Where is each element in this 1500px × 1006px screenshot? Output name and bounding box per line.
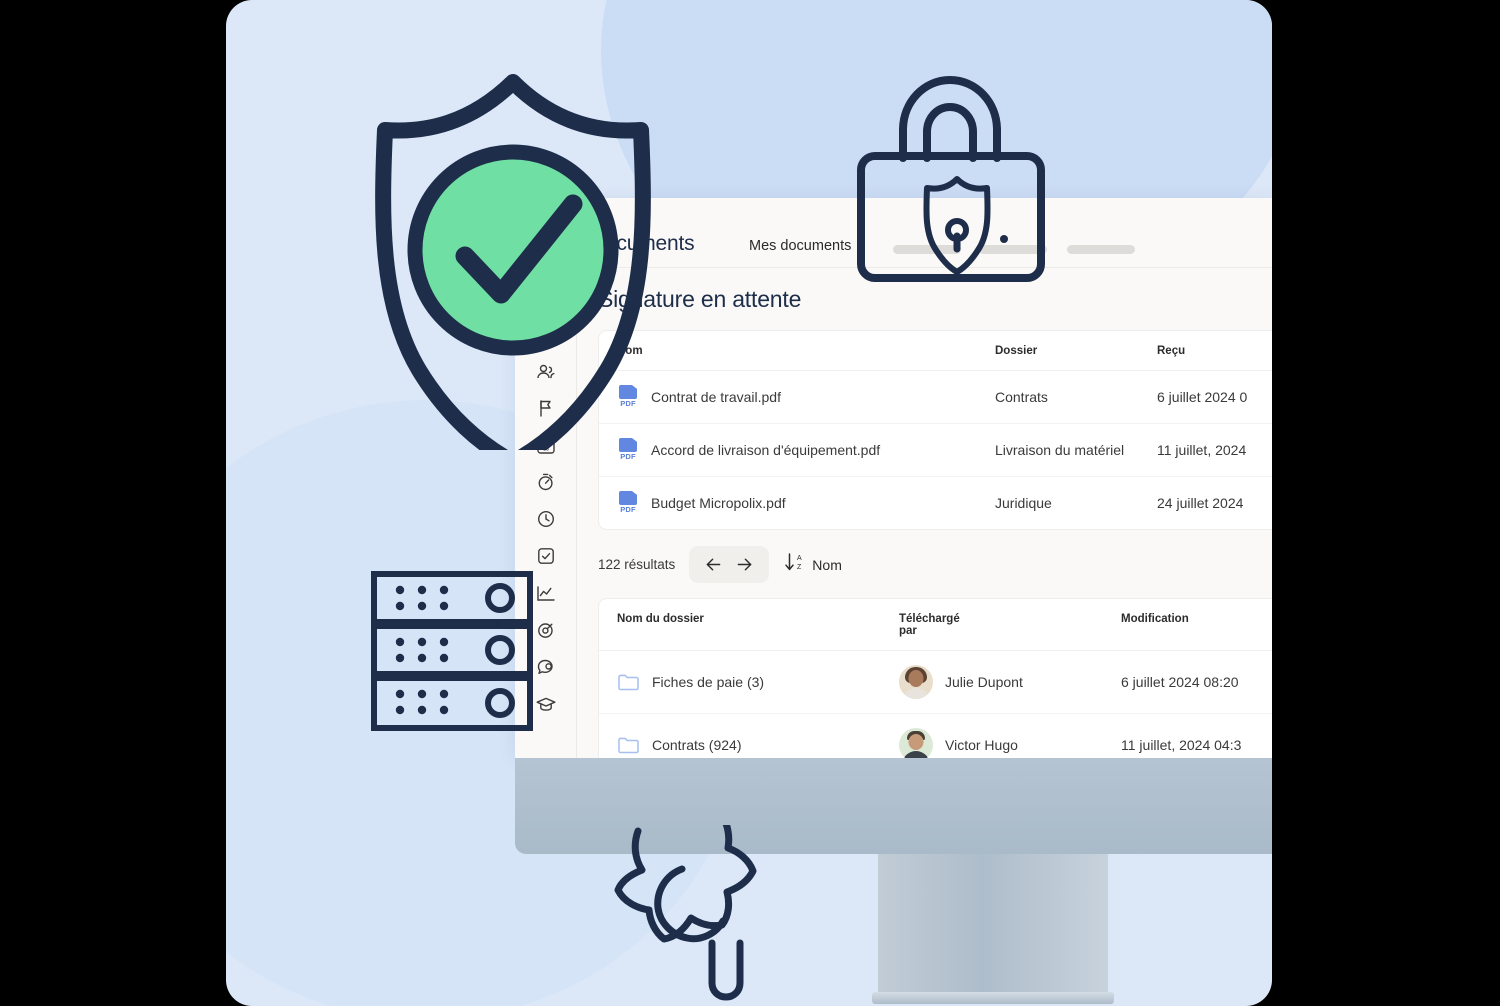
screenshot-stage: Documents Mes documents A [0, 0, 1500, 1006]
monitor-stand-foot [872, 992, 1114, 1004]
table-header-row: Nom du dossier Téléchargé par Modificati… [599, 599, 1285, 651]
folder-icon [617, 735, 640, 755]
table-row[interactable]: PDF Accord de livraison d'équipement.pdf… [599, 423, 1285, 477]
sidebar-item-clock[interactable] [534, 507, 558, 531]
main-content: Signature en attente Nom Dossier Reçu PD… [577, 268, 1285, 758]
avatar [899, 665, 933, 699]
user-name: Victor Hugo [945, 737, 1018, 753]
results-toolbar: 122 résultats A Z Nom [598, 546, 1285, 583]
server-rack-doodle [368, 568, 540, 741]
svg-text:A: A [797, 555, 802, 562]
file-name: Budget Micropolix.pdf [651, 495, 786, 511]
shield-check-doodle [360, 60, 670, 470]
gear-doodle [610, 811, 850, 1006]
folder-modified: 6 juillet 2024 08:20 [1121, 650, 1285, 714]
sort-label: Nom [812, 556, 842, 573]
table-row[interactable]: PDF Budget Micropolix.pdf Juridique 24 j… [599, 477, 1285, 530]
folders-table-card: Nom du dossier Téléchargé par Modificati… [598, 598, 1285, 758]
signature-table-card: Nom Dossier Reçu PDF Contrat de travail.… [598, 330, 1285, 530]
arrow-right-icon[interactable] [734, 554, 755, 575]
file-received: 6 juillet 2024 0 [1157, 370, 1285, 424]
folders-table: Nom du dossier Téléchargé par Modificati… [599, 599, 1285, 758]
table-row[interactable]: Contrats (924) Victor Hugo 11 juillet, 2… [599, 714, 1285, 758]
column-header-modification[interactable]: Modification [1121, 599, 1285, 651]
left-matte [0, 0, 226, 1006]
sort-button[interactable]: A Z Nom [783, 551, 842, 578]
padlock-shield-doodle [855, 68, 1067, 293]
results-count: 122 résultats [598, 557, 676, 572]
sort-az-icon: A Z [783, 551, 807, 578]
folder-modified: 11 juillet, 2024 04:3 [1121, 737, 1242, 753]
column-header-received[interactable]: Reçu [1157, 331, 1285, 371]
nav-placeholder-3[interactable] [1067, 245, 1135, 254]
signature-table: Nom Dossier Reçu PDF Contrat de travail.… [599, 331, 1285, 529]
sidebar-item-tasks[interactable] [534, 544, 558, 568]
pdf-file-icon: PDF [617, 491, 639, 515]
uploaded-line-2: par [899, 625, 917, 637]
user-name: Julie Dupont [945, 674, 1023, 690]
monitor-stand-neck [878, 854, 1108, 994]
column-header-uploaded-by[interactable]: Téléchargé par [899, 599, 1121, 651]
folder-name: Contrats (924) [652, 737, 742, 753]
arrow-left-icon[interactable] [703, 554, 724, 575]
folder-name: Fiches de paie (3) [652, 674, 765, 690]
file-folder: Livraison du matériel [995, 423, 1157, 477]
file-folder: Juridique [995, 495, 1052, 511]
sidebar-item-stopwatch[interactable] [534, 470, 558, 494]
column-header-folder[interactable]: Dossier [995, 331, 1157, 371]
tab-mes-documents[interactable]: Mes documents [749, 238, 852, 270]
file-received: 11 juillet, 2024 [1157, 423, 1285, 477]
file-name: Contrat de travail.pdf [651, 389, 781, 405]
right-matte [1272, 0, 1500, 1006]
table-row[interactable]: PDF Contrat de travail.pdf Contrats 6 ju… [599, 370, 1285, 424]
svg-text:Z: Z [797, 564, 802, 571]
tab-label: Mes documents [749, 238, 852, 254]
folder-icon [617, 672, 640, 692]
table-row[interactable]: Fiches de paie (3) Julie Dupont 6 juille… [599, 650, 1285, 714]
file-folder: Contrats [995, 370, 1157, 424]
pagination-controls [689, 546, 770, 583]
file-name: Accord de livraison d'équipement.pdf [651, 442, 881, 458]
table-header-row: Nom Dossier Reçu [599, 331, 1285, 371]
uploaded-line-1: Téléchargé [899, 613, 960, 625]
column-header-folder-name[interactable]: Nom du dossier [599, 599, 899, 651]
avatar [899, 728, 933, 758]
file-received: 24 juillet 2024 [1157, 495, 1244, 511]
